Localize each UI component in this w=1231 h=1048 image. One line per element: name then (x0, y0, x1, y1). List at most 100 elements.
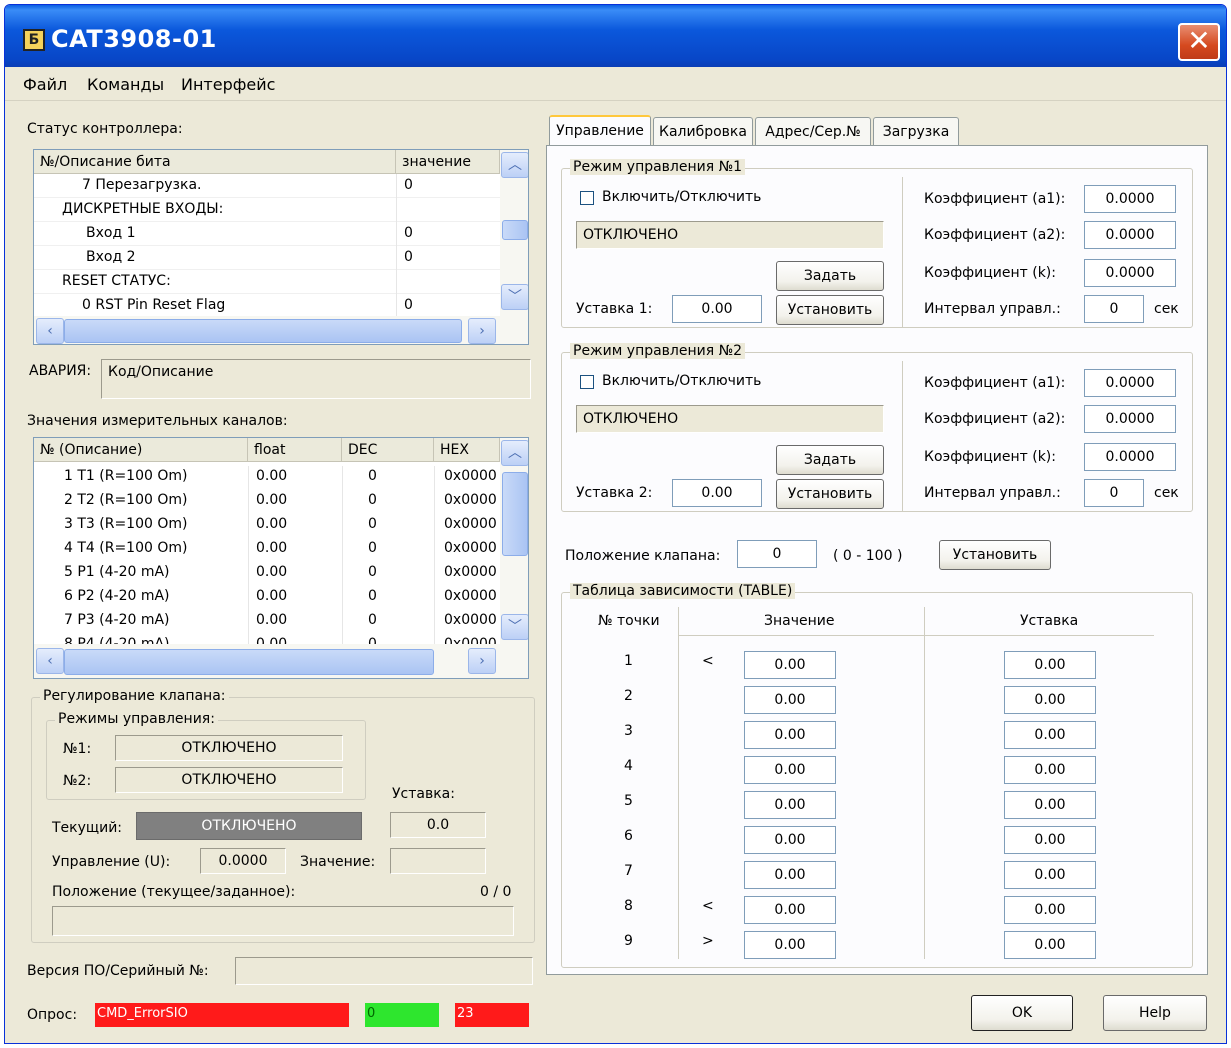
channels-hscroll[interactable]: ‹ › (34, 644, 528, 678)
mode1-k-input[interactable]: 0.0000 (1084, 259, 1176, 287)
table-value-input[interactable]: 0.00 (744, 651, 836, 679)
table-row[interactable]: RESET СТАТУС: (34, 270, 500, 294)
scroll-thumb[interactable] (502, 220, 528, 240)
table-row[interactable]: 7 P3 (4-20 mA) 0.00 0 0x0000 (34, 610, 500, 634)
scroll-left-icon[interactable]: ‹ (36, 318, 64, 344)
scroll-right-icon[interactable]: › (468, 648, 496, 674)
hscroll-thumb[interactable] (64, 319, 462, 343)
mode2-a1-label: Коэффициент (a1): (924, 375, 1066, 391)
mode2-set-button[interactable]: Задать (776, 445, 884, 475)
status-col-desc[interactable]: №/Описание бита (34, 150, 396, 174)
scroll-left-icon[interactable]: ‹ (36, 648, 64, 674)
poll-error-count: 23 (455, 1003, 529, 1027)
ok-button[interactable]: OK (971, 995, 1073, 1031)
table-setpoint-input[interactable]: 0.00 (1004, 686, 1096, 714)
table-setpoint-input[interactable]: 0.00 (1004, 721, 1096, 749)
scroll-up-icon[interactable]: ︿ (501, 440, 528, 466)
status-vscroll[interactable]: ︿ ﹀ (500, 150, 528, 316)
status-table[interactable]: №/Описание бита значение 7 Перезагрузка.… (33, 149, 529, 345)
channels-col-hex[interactable]: HEX (434, 438, 500, 462)
mode2-state: ОТКЛЮЧЕНО (576, 405, 884, 433)
help-button[interactable]: Help (1103, 995, 1207, 1031)
table-row[interactable]: Вход 2 0 (34, 246, 500, 270)
mode1-enable-checkbox[interactable] (580, 191, 594, 205)
point-number: 4 (624, 758, 633, 774)
table-row[interactable]: 2 T2 (R=100 Om) 0.00 0 0x0000 (34, 490, 500, 514)
mode1-interval-input[interactable]: 0 (1084, 295, 1144, 323)
close-button[interactable]: ✕ (1178, 23, 1220, 61)
table-value-input[interactable]: 0.00 (744, 931, 836, 959)
channels-col-name[interactable]: № (Описание) (34, 438, 248, 462)
point-number: 5 (624, 793, 633, 809)
scroll-up-icon[interactable]: ︿ (501, 152, 528, 178)
hscroll-thumb[interactable] (64, 649, 434, 675)
menu-interface[interactable]: Интерфейс (181, 75, 275, 94)
tab-panel-control: Режим управления №1 Включить/Отключить О… (546, 145, 1208, 975)
scroll-thumb[interactable] (502, 472, 528, 556)
channels-vscroll[interactable]: ︿ ﹀ (500, 438, 528, 644)
mode2-enable-checkbox[interactable] (580, 375, 594, 389)
tab-address[interactable]: Адрес/Сер.№ (755, 117, 871, 147)
table-row[interactable]: 6 P2 (4-20 mA) 0.00 0 0x0000 (34, 586, 500, 610)
table-setpoint-input[interactable]: 0.00 (1004, 896, 1096, 924)
poll-label: Опрос: (27, 1007, 78, 1023)
valve-position-apply-button[interactable]: Установить (939, 540, 1051, 570)
mode1-setpoint-input[interactable]: 0.00 (672, 295, 762, 323)
scroll-right-icon[interactable]: › (468, 318, 496, 344)
table-row[interactable]: 0 RST Pin Reset Flag 0 (34, 294, 500, 318)
mode1-a1-input[interactable]: 0.0000 (1084, 185, 1176, 213)
table-setpoint-input[interactable]: 0.00 (1004, 826, 1096, 854)
table-setpoint-input[interactable]: 0.00 (1004, 861, 1096, 889)
table-value-input[interactable]: 0.00 (744, 686, 836, 714)
mode2-apply-button[interactable]: Установить (776, 479, 884, 509)
mode2-a2-input[interactable]: 0.0000 (1084, 405, 1176, 433)
channels-col-float[interactable]: float (248, 438, 342, 462)
table-value-input[interactable]: 0.00 (744, 791, 836, 819)
channel-hex: 0x0000 (444, 468, 497, 484)
table-row[interactable]: 3 T3 (R=100 Om) 0.00 0 0x0000 (34, 514, 500, 538)
divider (434, 586, 435, 610)
table-value-input[interactable]: 0.00 (744, 861, 836, 889)
scroll-down-icon[interactable]: ﹀ (501, 614, 528, 640)
mode1-apply-button[interactable]: Установить (776, 295, 884, 325)
table-row[interactable]: 7 Перезагрузка. 0 (34, 174, 500, 198)
table-row[interactable]: 5 P1 (4-20 mA) 0.00 0 0x0000 (34, 562, 500, 586)
table-setpoint-input[interactable]: 0.00 (1004, 791, 1096, 819)
alarm-field: Код/Описание (101, 359, 531, 399)
channel-dec: 0 (368, 492, 377, 508)
table-row[interactable]: 4 T4 (R=100 Om) 0.00 0 0x0000 (34, 538, 500, 562)
mode2-interval-input[interactable]: 0 (1084, 479, 1144, 507)
table-row[interactable]: 1 T1 (R=100 Om) 0.00 0 0x0000 (34, 466, 500, 490)
tab-calibration[interactable]: Калибровка (653, 117, 753, 147)
control-field: 0.0000 (200, 848, 286, 874)
divider (396, 270, 397, 294)
mode1-enable-label[interactable]: Включить/Отключить (602, 189, 761, 205)
table-row[interactable]: Вход 1 0 (34, 222, 500, 246)
mode2-k-input[interactable]: 0.0000 (1084, 443, 1176, 471)
table-setpoint-input[interactable]: 0.00 (1004, 651, 1096, 679)
table-row: 5 0.00 0.00 (562, 791, 1192, 821)
status-col-value[interactable]: значение (396, 150, 500, 174)
mode1-set-button[interactable]: Задать (776, 261, 884, 291)
table-value-input[interactable]: 0.00 (744, 756, 836, 784)
mode2-a1-input[interactable]: 0.0000 (1084, 369, 1176, 397)
mode2-enable-label[interactable]: Включить/Отключить (602, 373, 761, 389)
channel-hex: 0x0000 (444, 492, 497, 508)
table-value-input[interactable]: 0.00 (744, 896, 836, 924)
table-setpoint-input[interactable]: 0.00 (1004, 756, 1096, 784)
valve-position-input[interactable]: 0 (737, 540, 817, 568)
mode1-a2-input[interactable]: 0.0000 (1084, 221, 1176, 249)
table-row[interactable]: ДИСКРЕТНЫЕ ВХОДЫ: (34, 198, 500, 222)
scroll-down-icon[interactable]: ﹀ (501, 284, 528, 310)
tab-control[interactable]: Управление (549, 115, 651, 147)
table-value-input[interactable]: 0.00 (744, 721, 836, 749)
menu-commands[interactable]: Команды (87, 75, 164, 94)
table-setpoint-input[interactable]: 0.00 (1004, 931, 1096, 959)
mode2-setpoint-input[interactable]: 0.00 (672, 479, 762, 507)
menu-file[interactable]: Файл (23, 75, 67, 94)
channels-table[interactable]: № (Описание) float DEC HEX 1 T1 (R=100 O… (33, 437, 529, 679)
channels-col-dec[interactable]: DEC (342, 438, 434, 462)
tab-load[interactable]: Загрузка (873, 117, 959, 147)
status-hscroll[interactable]: ‹ › (34, 316, 528, 344)
table-value-input[interactable]: 0.00 (744, 826, 836, 854)
